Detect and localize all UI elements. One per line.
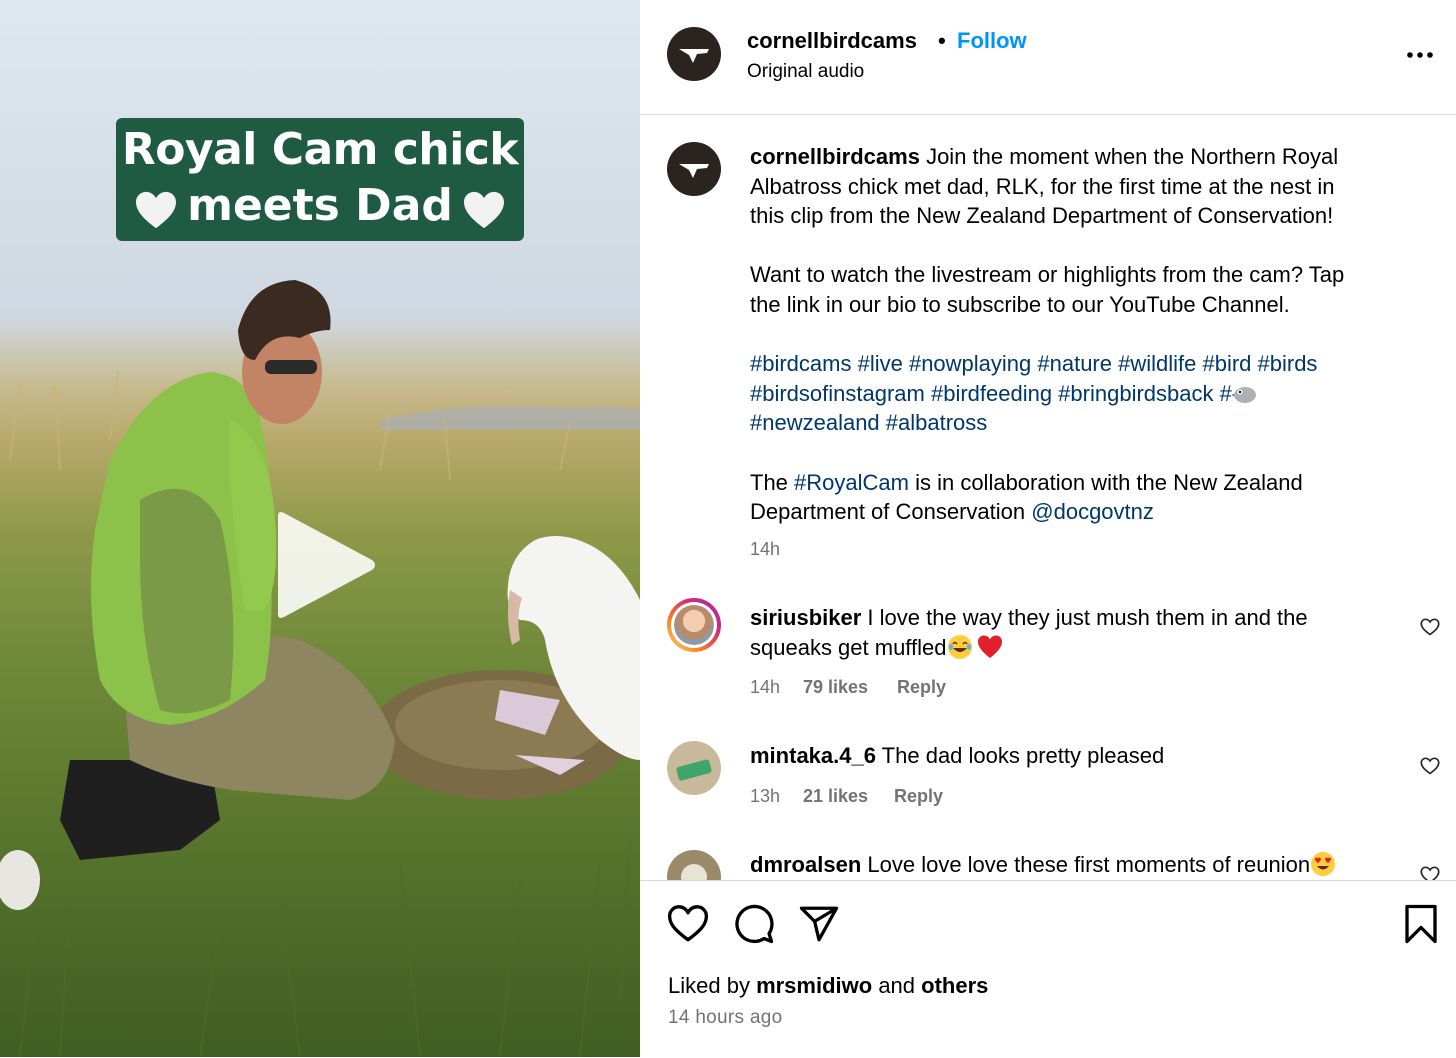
commenter-avatar[interactable]: [667, 741, 721, 795]
caption-username[interactable]: cornellbirdcams: [750, 144, 920, 169]
white-heart-icon: [464, 191, 504, 229]
hashtags[interactable]: #birdsofinstagram #birdfeeding #bringbir…: [750, 381, 1232, 406]
original-audio-link[interactable]: Original audio: [747, 61, 864, 83]
commenter-avatar[interactable]: [667, 598, 721, 652]
comment-body: I love the way they just mush them in an…: [861, 605, 1308, 630]
comment-like-icon[interactable]: [1420, 756, 1440, 776]
hashtags[interactable]: #birdcams #live #nowplaying #nature #wil…: [750, 349, 1440, 379]
comment-time: 14h: [750, 677, 781, 697]
header-username[interactable]: cornellbirdcams: [747, 28, 917, 54]
heart-outline-icon[interactable]: [667, 903, 709, 945]
post-header: cornellbirdcams • Follow Original audio: [640, 0, 1456, 115]
paper-plane-icon[interactable]: [798, 903, 840, 945]
caption-text: The: [750, 469, 795, 495]
docgovtnz-mention[interactable]: @docgovtnz: [1031, 499, 1154, 524]
comment-username[interactable]: siriusbiker: [750, 605, 861, 630]
red-heart-emoji-icon: [977, 635, 1002, 658]
caption-text: Department of Conservation: [750, 499, 1032, 525]
caption-line-1: Royal Cam chick: [121, 124, 519, 175]
comments-scroll-area[interactable]: cornellbirdcams Join the moment when the…: [640, 115, 1456, 880]
reply-button[interactable]: Reply: [897, 677, 946, 698]
royalcam-tag[interactable]: #RoyalCam: [794, 470, 909, 495]
comment-bubble-icon[interactable]: [733, 903, 775, 945]
more-dots-icon[interactable]: [1405, 45, 1435, 65]
comment-body: Love love love these first moments of re…: [861, 852, 1311, 877]
post-timestamp: 14 hours ago: [668, 1007, 783, 1028]
play-icon[interactable]: [270, 510, 380, 620]
comment-time: 13h: [750, 786, 781, 806]
comment-username[interactable]: mintaka.4_6: [750, 743, 876, 768]
comment-like-icon[interactable]: [1420, 617, 1440, 637]
comment-text: mintaka.4_6 The dad looks pretty pleased: [750, 741, 1440, 771]
bird-logo-icon: [679, 49, 709, 63]
follow-button[interactable]: Follow: [957, 28, 1027, 54]
video-caption-banner: Royal Cam chick meets Dad: [116, 118, 524, 241]
comment-text: siriusbiker I love the way they just mus…: [750, 603, 1440, 662]
comment-likes[interactable]: 79 likes: [803, 677, 868, 698]
liked-by: Liked by mrsmidiwo and others: [668, 973, 988, 999]
caption-avatar[interactable]: [667, 142, 721, 196]
caption-text: this clip from the New Zealand Departmen…: [750, 203, 1334, 229]
comment-text: dmroalsen Love love love these first mom…: [750, 850, 1440, 880]
comment-likes[interactable]: 21 likes: [803, 786, 868, 807]
separator-dot: •: [938, 28, 946, 53]
comment-like-icon[interactable]: [1420, 865, 1440, 880]
post-actions-footer: Liked by mrsmidiwo and others 14 hours a…: [640, 880, 1456, 1058]
liked-by-text: Liked by: [668, 973, 757, 998]
commenter-avatar[interactable]: [667, 850, 721, 880]
comment-body: The dad looks pretty pleased: [875, 743, 1165, 768]
bookmark-icon[interactable]: [1400, 903, 1442, 945]
bird-emoji-icon: [1231, 386, 1256, 403]
caption-text: Albatross chick met dad, RLK, for the fi…: [750, 173, 1335, 199]
liked-by-text: and: [872, 973, 922, 998]
liked-by-others[interactable]: others: [921, 973, 988, 998]
caption-text: Want to watch the livestream or highligh…: [750, 262, 1345, 288]
liked-by-user[interactable]: mrsmidiwo: [756, 973, 872, 998]
comment-body: squeaks get muffled: [750, 634, 947, 660]
hashtags[interactable]: #newzealand #albatross: [750, 408, 1440, 438]
profile-avatar[interactable]: [667, 27, 721, 81]
video-player[interactable]: Royal Cam chick meets Dad: [0, 0, 640, 1057]
caption-text: Join the moment when the Northern Royal: [919, 144, 1339, 169]
caption-time: 14h: [750, 539, 781, 559]
caption-text: is in collaboration with the New Zealand: [908, 469, 1303, 495]
laughing-emoji-icon: [947, 634, 972, 659]
comment-username[interactable]: dmroalsen: [750, 852, 861, 877]
heart-eyes-emoji-icon: [1311, 852, 1336, 876]
caption-text: the link in our bio to subscribe to our …: [750, 291, 1290, 317]
bird-logo-icon: [679, 164, 709, 178]
reply-button[interactable]: Reply: [894, 786, 943, 807]
post-caption: cornellbirdcams Join the moment when the…: [750, 142, 1440, 527]
